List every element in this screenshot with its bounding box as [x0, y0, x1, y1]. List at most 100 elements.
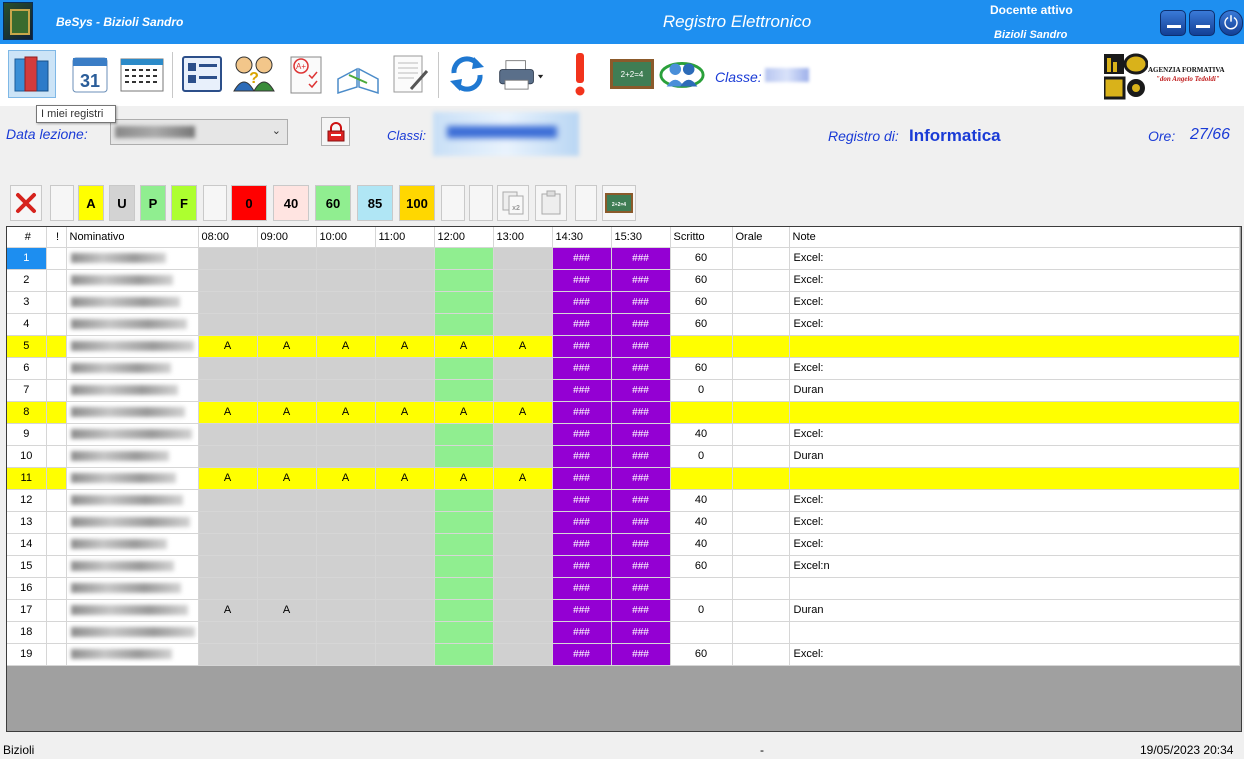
note-cell[interactable]: Excel:	[789, 269, 1240, 292]
hour-cell[interactable]: ###	[611, 533, 671, 556]
row-number-cell[interactable]: 7	[7, 379, 47, 402]
orale-cell[interactable]	[732, 555, 790, 578]
hour-cell[interactable]: A	[375, 401, 435, 424]
hour-cell[interactable]	[434, 599, 494, 622]
grades-button[interactable]: A+	[282, 50, 330, 98]
flag-cell[interactable]	[46, 577, 67, 600]
hour-cell[interactable]	[316, 357, 376, 380]
sync-users-button[interactable]	[658, 50, 706, 98]
hour-cell[interactable]	[198, 489, 258, 512]
scritto-cell[interactable]	[670, 335, 733, 358]
student-name-cell[interactable]	[66, 599, 199, 622]
scritto-cell[interactable]	[670, 621, 733, 644]
scritto-cell[interactable]: 40	[670, 489, 733, 512]
blank-button[interactable]	[441, 185, 465, 221]
note-cell[interactable]: Excel:	[789, 511, 1240, 534]
column-header[interactable]: 15:30	[611, 227, 671, 248]
sign-document-button[interactable]	[386, 50, 434, 98]
column-header[interactable]: !	[46, 227, 67, 248]
flag-cell[interactable]	[46, 643, 67, 666]
score-0-button[interactable]: 0	[231, 185, 267, 221]
scritto-cell[interactable]: 60	[670, 555, 733, 578]
student-name-cell[interactable]	[66, 533, 199, 556]
row-number-cell[interactable]: 9	[7, 423, 47, 446]
row-number-cell[interactable]: 19	[7, 643, 47, 666]
hour-cell[interactable]	[375, 621, 435, 644]
orale-cell[interactable]	[732, 621, 790, 644]
scritto-cell[interactable]: 40	[670, 511, 733, 534]
hour-cell[interactable]: ###	[552, 291, 612, 314]
row-number-cell[interactable]: 3	[7, 291, 47, 314]
table-row[interactable]: 4 ### ### 60 Excel:	[7, 313, 1240, 336]
hour-cell[interactable]	[316, 423, 376, 446]
column-header[interactable]: 12:00	[434, 227, 494, 248]
student-name-cell[interactable]	[66, 467, 199, 490]
hour-cell[interactable]	[257, 357, 317, 380]
hour-cell[interactable]	[375, 555, 435, 578]
student-name-cell[interactable]	[66, 511, 199, 534]
hour-cell[interactable]	[434, 445, 494, 468]
hour-cell[interactable]	[316, 379, 376, 402]
hour-cell[interactable]	[434, 247, 494, 270]
hour-cell[interactable]: ###	[611, 445, 671, 468]
orale-cell[interactable]	[732, 313, 790, 336]
hour-cell[interactable]: ###	[552, 313, 612, 336]
present-button[interactable]: P	[140, 185, 166, 221]
scritto-cell[interactable]: 40	[670, 423, 733, 446]
hour-cell[interactable]	[493, 247, 553, 270]
row-number-cell[interactable]: 12	[7, 489, 47, 512]
hour-cell[interactable]	[434, 621, 494, 644]
note-cell[interactable]: Excel:	[789, 489, 1240, 512]
hour-cell[interactable]	[434, 423, 494, 446]
f-button[interactable]: F	[171, 185, 197, 221]
hour-cell[interactable]	[316, 489, 376, 512]
row-number-cell[interactable]: 6	[7, 357, 47, 380]
scritto-cell[interactable]	[670, 577, 733, 600]
note-cell[interactable]: Excel:	[789, 357, 1240, 380]
hour-cell[interactable]: ###	[552, 269, 612, 292]
hour-cell[interactable]	[375, 511, 435, 534]
orale-cell[interactable]	[732, 379, 790, 402]
hour-cell[interactable]	[434, 489, 494, 512]
hour-cell[interactable]	[257, 313, 317, 336]
hour-cell[interactable]	[375, 643, 435, 666]
calendar-button[interactable]: 31	[66, 50, 114, 98]
column-header[interactable]: Nominativo	[66, 227, 199, 248]
student-name-cell[interactable]	[66, 555, 199, 578]
table-row[interactable]: 11 A A A A A A ### ###	[7, 467, 1240, 490]
hour-cell[interactable]: ###	[611, 489, 671, 512]
hour-cell[interactable]: ###	[552, 379, 612, 402]
hour-cell[interactable]	[493, 643, 553, 666]
orale-cell[interactable]	[732, 423, 790, 446]
hour-cell[interactable]: ###	[611, 621, 671, 644]
hour-cell[interactable]	[257, 533, 317, 556]
hour-cell[interactable]: A	[434, 401, 494, 424]
blank-button[interactable]	[575, 185, 597, 221]
hour-cell[interactable]	[434, 511, 494, 534]
hour-cell[interactable]: ###	[552, 577, 612, 600]
column-header[interactable]: Orale	[732, 227, 790, 248]
hour-cell[interactable]	[198, 511, 258, 534]
scritto-cell[interactable]: 60	[670, 313, 733, 336]
my-registers-button[interactable]	[8, 50, 56, 98]
hour-cell[interactable]	[198, 291, 258, 314]
flag-cell[interactable]	[46, 423, 67, 446]
flag-cell[interactable]	[46, 379, 67, 402]
orale-cell[interactable]	[732, 511, 790, 534]
scritto-cell[interactable]: 0	[670, 445, 733, 468]
hour-cell[interactable]: ###	[611, 269, 671, 292]
hour-cell[interactable]: ###	[611, 643, 671, 666]
hour-cell[interactable]: ###	[611, 247, 671, 270]
note-cell[interactable]	[789, 335, 1240, 358]
flag-cell[interactable]	[46, 247, 67, 270]
lock-button[interactable]	[321, 117, 350, 146]
hour-cell[interactable]: ###	[611, 511, 671, 534]
hour-cell[interactable]	[375, 379, 435, 402]
hour-cell[interactable]: A	[257, 401, 317, 424]
note-cell[interactable]: Excel:	[789, 423, 1240, 446]
row-number-cell[interactable]: 14	[7, 533, 47, 556]
row-number-cell[interactable]: 4	[7, 313, 47, 336]
scritto-cell[interactable]: 60	[670, 269, 733, 292]
hour-cell[interactable]	[375, 247, 435, 270]
orale-cell[interactable]	[732, 269, 790, 292]
